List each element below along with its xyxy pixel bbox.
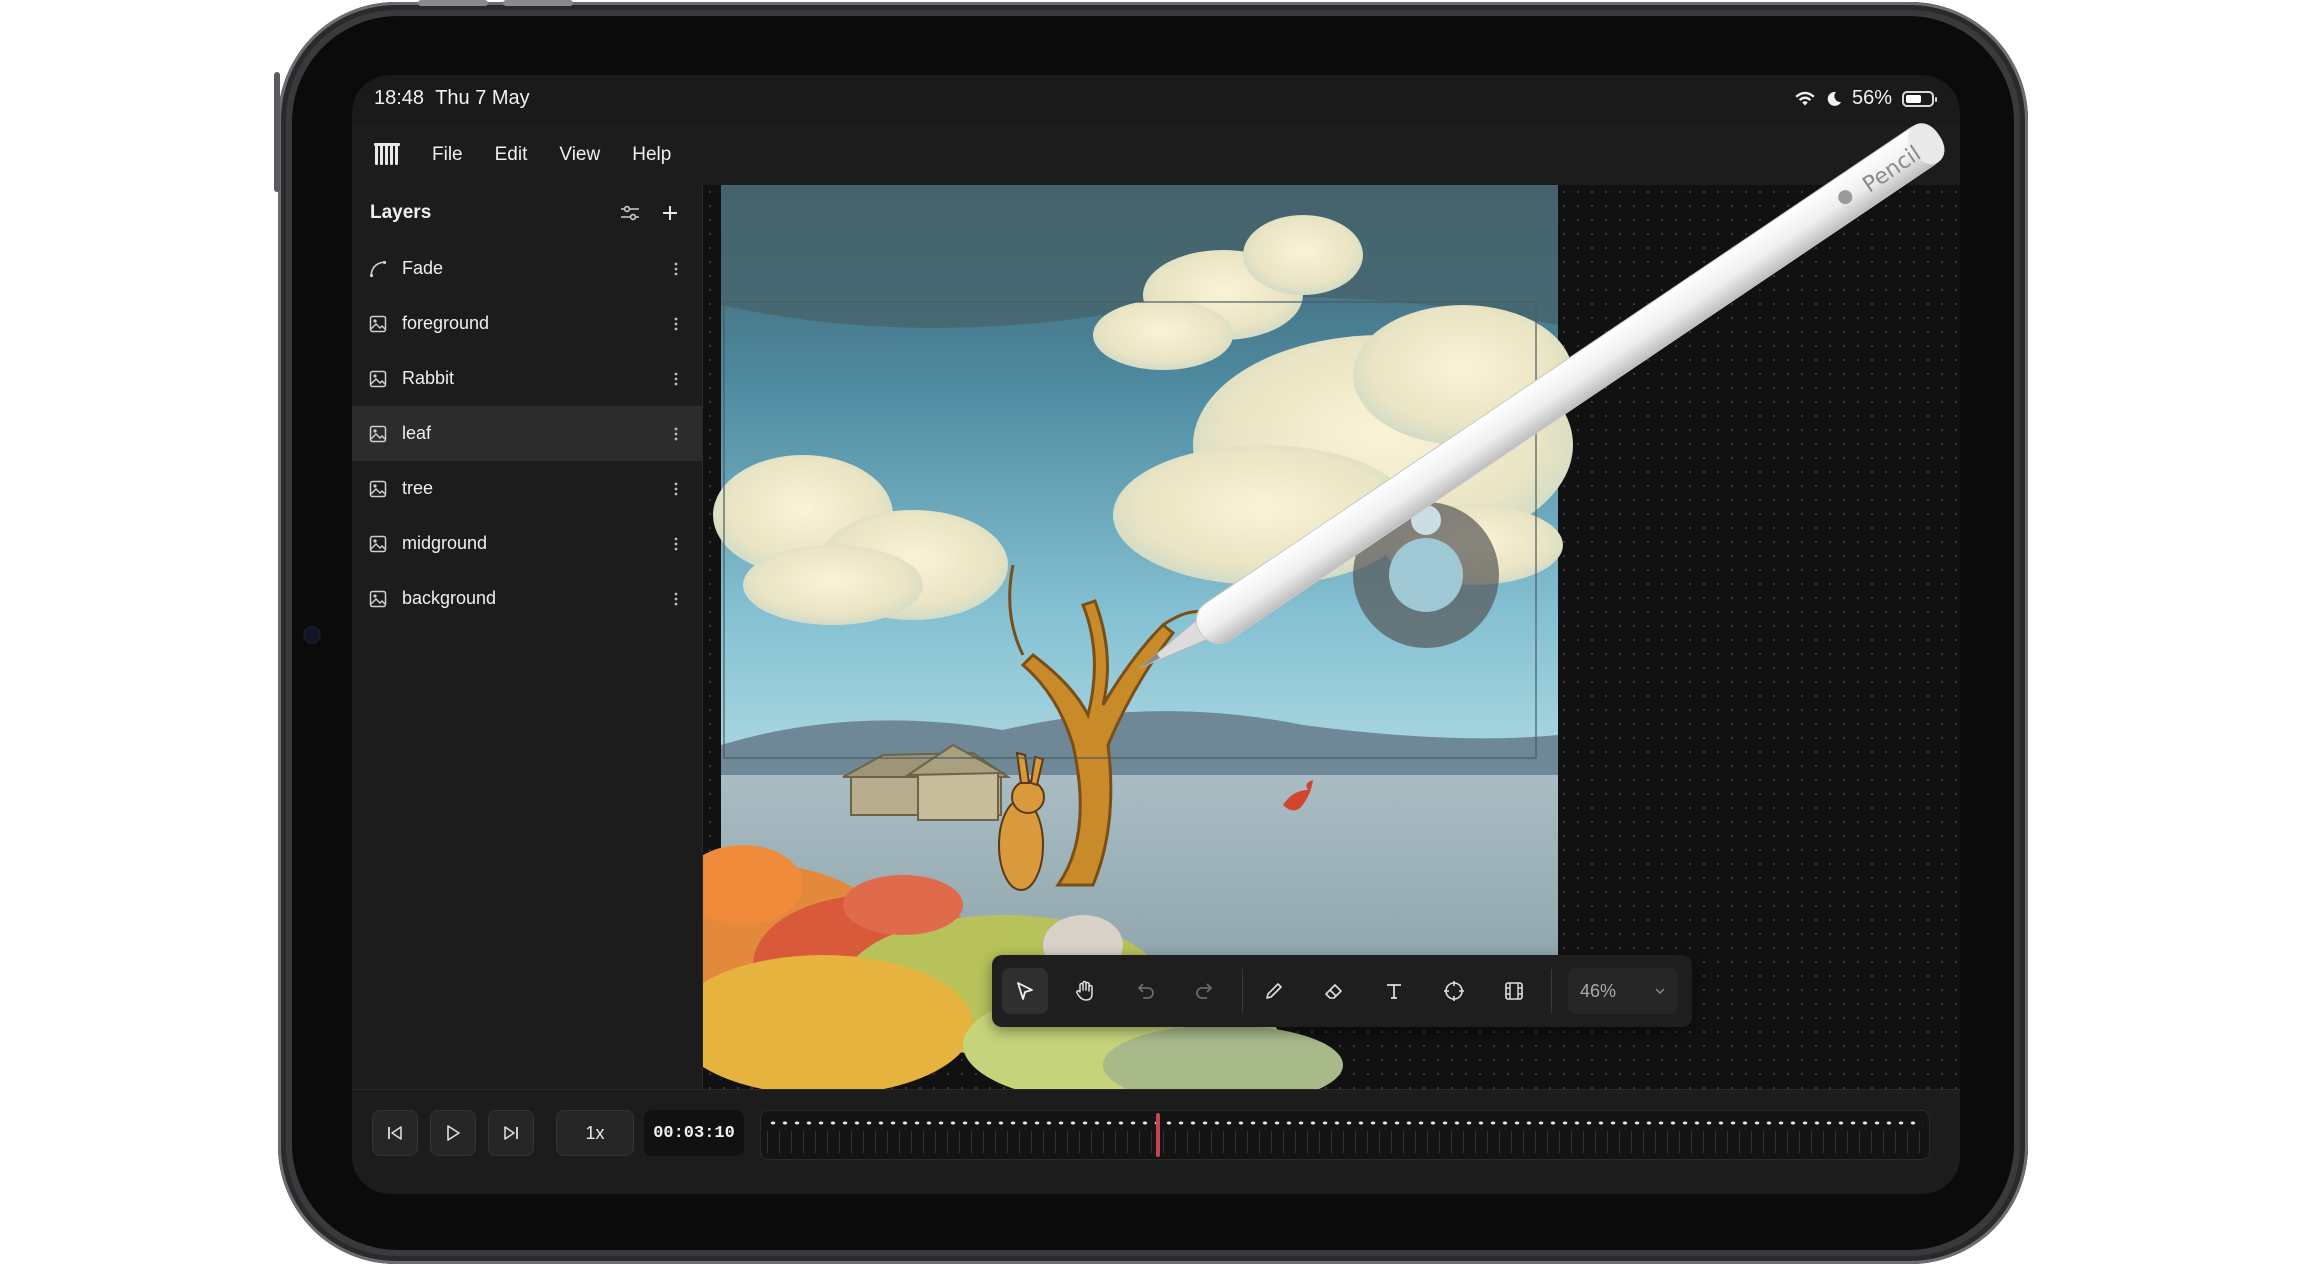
select-tool-icon[interactable] (1002, 968, 1048, 1014)
status-bar: 18:48 Thu 7 May 56% (352, 75, 1960, 125)
skip-back-icon[interactable] (372, 1110, 418, 1156)
more-options-icon[interactable] (666, 259, 686, 279)
playback-speed-button[interactable]: 1x (556, 1110, 634, 1156)
layer-name: midground (402, 533, 488, 553)
menu-view[interactable]: View (559, 144, 600, 166)
zoom-value: 46% (1580, 980, 1617, 1001)
volume-up-button (418, 0, 488, 6)
layer-row-fade[interactable]: Fade (352, 241, 702, 296)
frame-ticks (767, 1131, 1923, 1153)
play-icon[interactable] (430, 1110, 476, 1156)
more-options-icon[interactable] (666, 369, 686, 389)
layer-row-leaf[interactable]: leaf (352, 406, 702, 461)
layer-row-tree[interactable]: tree (352, 461, 702, 516)
layer-row-foreground[interactable]: foreground (352, 296, 702, 351)
volume-down-button (503, 0, 573, 6)
more-options-icon[interactable] (666, 589, 686, 609)
moon-icon (1826, 91, 1842, 107)
chevron-down-icon (1654, 987, 1666, 995)
canvas-painting (703, 185, 1573, 1089)
screen: 18:48 Thu 7 May 56% File Edit View Help … (352, 75, 1960, 1194)
zoom-select[interactable]: 46% (1568, 968, 1678, 1014)
wifi-icon (1794, 91, 1816, 107)
layers-panel: Layers Fade foreground Rabbit leaf tree … (352, 185, 707, 1089)
pencil-hover-indicator (1353, 502, 1499, 648)
more-options-icon[interactable] (666, 479, 686, 499)
image-icon (368, 369, 388, 389)
status-date: Thu 7 May (435, 87, 530, 109)
menu-edit[interactable]: Edit (495, 144, 528, 166)
toolbar-divider (1242, 969, 1243, 1013)
text-tool-icon[interactable] (1371, 968, 1417, 1014)
layers-header: Layers (352, 185, 702, 241)
image-icon (368, 534, 388, 554)
menu-file[interactable]: File (432, 144, 463, 166)
eraser-tool-icon[interactable] (1311, 968, 1357, 1014)
battery-icon (1902, 90, 1937, 107)
image-icon (368, 479, 388, 499)
undo-icon[interactable] (1122, 968, 1168, 1014)
image-icon (368, 424, 388, 444)
hand-tool-icon[interactable] (1062, 968, 1108, 1014)
front-camera (305, 628, 319, 642)
layers-title: Layers (370, 202, 432, 223)
time-readout: 00:03:10 (644, 1110, 744, 1156)
timeline-track[interactable] (760, 1110, 1930, 1160)
target-tool-icon[interactable] (1431, 968, 1477, 1014)
layer-name: tree (402, 478, 434, 498)
playhead[interactable] (1155, 1113, 1160, 1157)
layer-name: leaf (402, 423, 432, 443)
timeline-bar: 1x 00:03:10 (352, 1089, 1960, 1194)
add-layer-icon[interactable] (656, 199, 684, 227)
skip-forward-icon[interactable] (488, 1110, 534, 1156)
redo-icon[interactable] (1182, 968, 1228, 1014)
drawing-toolbar: 46% (992, 955, 1692, 1027)
layer-name: Fade (402, 258, 444, 278)
layer-name: foreground (402, 313, 490, 333)
layer-row-rabbit[interactable]: Rabbit (352, 351, 702, 406)
image-icon (368, 589, 388, 609)
more-options-icon[interactable] (666, 424, 686, 444)
layer-name: Rabbit (402, 368, 455, 388)
power-button (274, 72, 280, 192)
battery-percent: 56% (1851, 87, 1892, 109)
layer-row-background[interactable]: background (352, 571, 702, 626)
layer-settings-icon[interactable] (616, 199, 644, 227)
more-options-icon[interactable] (666, 534, 686, 554)
curve-icon (368, 259, 388, 279)
status-icons: 56% (1794, 87, 1937, 110)
film-tool-icon[interactable] (1491, 968, 1537, 1014)
layer-name: background (402, 588, 497, 608)
app-logo-icon[interactable] (374, 143, 402, 167)
status-time: 18:48 (374, 87, 425, 109)
frame-dots (767, 1119, 1923, 1127)
canvas-area[interactable]: 46% (703, 185, 1960, 1089)
menu-help[interactable]: Help (632, 144, 671, 166)
pen-tool-icon[interactable] (1251, 968, 1297, 1014)
more-options-icon[interactable] (666, 314, 686, 334)
toolbar-divider (1551, 969, 1552, 1013)
layer-row-midground[interactable]: midground (352, 516, 702, 571)
image-icon (368, 314, 388, 334)
menu-bar: File Edit View Help (352, 125, 1960, 185)
